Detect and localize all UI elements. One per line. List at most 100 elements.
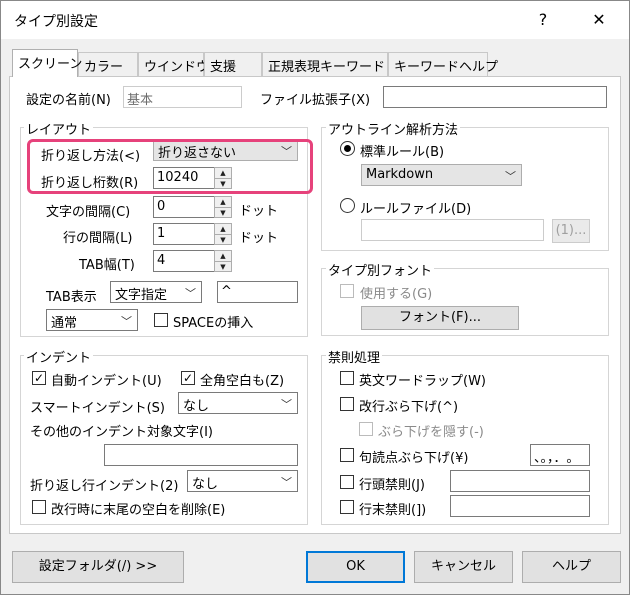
trim-trailing-checkbox[interactable]: [32, 500, 46, 514]
window-title: タイプ別設定: [14, 14, 98, 30]
other-chars-label: その他のインデント対象文字(I): [30, 425, 213, 440]
tab-regex-keyword[interactable]: 正規表現キーワード: [262, 52, 388, 76]
wrap-indent-value: なし: [192, 477, 219, 492]
wrap-columns-spinner[interactable]: ▲ ▼: [214, 167, 232, 189]
rule-file-field[interactable]: [361, 219, 544, 241]
english-wordwrap-label: 英文ワードラップ(W): [359, 374, 486, 389]
tab-display-select[interactable]: 文字指定 ﹀: [110, 281, 202, 303]
newline-burasage-label: 改行ぶら下げ(^): [359, 400, 459, 415]
line-head-field[interactable]: [450, 470, 590, 492]
kuten-burasage-checkbox[interactable]: [340, 448, 354, 462]
char-spacing-field[interactable]: 0: [153, 196, 215, 218]
hide-burasage-label: ぶら下げを隠す(-): [378, 425, 484, 440]
tab-support[interactable]: 支援: [204, 52, 262, 76]
rule-file-label: ルールファイル(D): [360, 202, 472, 217]
close-icon[interactable]: ✕: [588, 9, 610, 31]
spin-up-icon[interactable]: ▲: [215, 197, 231, 207]
line-tail-label: 行末禁則(]): [359, 503, 427, 518]
kinsoku-group-title: 禁則処理: [326, 347, 383, 366]
kuten-burasage-label: 句読点ぶら下げ(¥): [359, 451, 469, 466]
settings-name-field[interactable]: 基本: [123, 86, 242, 108]
spin-up-icon[interactable]: ▲: [215, 168, 231, 178]
tab-display-value: 文字指定: [115, 288, 168, 303]
spin-down-icon[interactable]: ▼: [215, 178, 231, 188]
wrap-indent-label: 折り返し行インデント(2): [30, 479, 179, 494]
wrap-method-value: 折り返さない: [158, 146, 237, 161]
spin-up-icon[interactable]: ▲: [215, 224, 231, 234]
auto-indent-checkbox[interactable]: ✓: [32, 371, 46, 385]
other-chars-field[interactable]: [104, 444, 298, 466]
wrap-columns-label: 折り返し桁数(R): [41, 176, 139, 191]
mode-select[interactable]: 通常 ﹀: [46, 309, 138, 331]
tab-window[interactable]: ウインドウ: [138, 52, 209, 76]
tab-symbol-field[interactable]: ^: [217, 281, 298, 303]
settings-folder-button[interactable]: 設定フォルダ(/) >>: [12, 551, 184, 583]
fullwidth-space-checkbox[interactable]: ✓: [181, 371, 195, 385]
spin-down-icon[interactable]: ▼: [215, 234, 231, 244]
file-ext-field[interactable]: [383, 86, 607, 108]
kuten-chars-field[interactable]: 、。，．｡: [530, 444, 590, 466]
chevron-down-icon: ﹀: [281, 398, 292, 411]
standard-rule-label: 標準ルール(B): [360, 145, 445, 160]
help-icon[interactable]: ?: [532, 9, 554, 31]
tab-width-field[interactable]: 4: [153, 250, 215, 272]
use-font-label: 使用する(G): [360, 287, 433, 302]
line-spacing-label: 行の間隔(L): [63, 231, 133, 246]
rule-file-radio[interactable]: [340, 198, 355, 213]
chevron-down-icon: ﹀: [121, 315, 132, 328]
type-font-group-title: タイプ別フォント: [326, 260, 435, 279]
help-button[interactable]: ヘルプ: [522, 551, 621, 583]
outline-group-title: アウトライン解析方法: [326, 119, 461, 138]
chevron-down-icon: ﹀: [505, 170, 516, 183]
layout-group-title: レイアウト: [24, 119, 94, 138]
chevron-down-icon: ﹀: [185, 287, 196, 300]
standard-rule-select[interactable]: Markdown ﹀: [361, 164, 522, 186]
tab-width-label: TAB幅(T): [79, 258, 135, 273]
title-bar: タイプ別設定 ? ✕: [1, 1, 629, 39]
hide-burasage-checkbox[interactable]: [359, 422, 373, 436]
mode-value: 通常: [51, 316, 78, 331]
char-spacing-label: 文字の間隔(C): [46, 205, 131, 220]
wrap-indent-select[interactable]: なし ﹀: [187, 470, 298, 492]
char-spacing-unit: ドット: [239, 204, 279, 219]
auto-indent-label: 自動インデント(U): [51, 374, 162, 389]
wrap-method-label: 折り返し方法(<): [41, 149, 141, 164]
smart-indent-value: なし: [183, 399, 210, 414]
spin-down-icon[interactable]: ▼: [215, 261, 231, 271]
spin-up-icon[interactable]: ▲: [215, 251, 231, 261]
smart-indent-label: スマートインデント(S): [30, 401, 166, 416]
file-ext-label: ファイル拡張子(X): [260, 93, 371, 108]
chevron-down-icon: ﹀: [281, 145, 292, 158]
newline-burasage-checkbox[interactable]: [340, 397, 354, 411]
standard-rule-radio[interactable]: [340, 141, 355, 156]
tab-screen[interactable]: スクリーン: [12, 49, 82, 77]
tab-keyword-help[interactable]: キーワードヘルプ: [388, 52, 498, 76]
spin-down-icon[interactable]: ▼: [215, 207, 231, 217]
char-spacing-spinner[interactable]: ▲ ▼: [214, 196, 232, 218]
wrap-method-select[interactable]: 折り返さない ﹀: [153, 139, 298, 161]
indent-group-title: インデント: [24, 347, 94, 366]
wrap-columns-field[interactable]: 10240: [153, 167, 215, 189]
smart-indent-select[interactable]: なし ﹀: [178, 392, 298, 414]
line-tail-field[interactable]: [450, 495, 590, 517]
tab-color[interactable]: カラー: [78, 52, 138, 76]
font-button[interactable]: フォント(F)...: [361, 306, 519, 330]
tab-width-spinner[interactable]: ▲ ▼: [214, 250, 232, 272]
standard-rule-value: Markdown: [366, 167, 434, 182]
line-tail-checkbox[interactable]: [340, 500, 354, 514]
use-font-checkbox[interactable]: [340, 284, 354, 298]
ok-button[interactable]: OK: [306, 551, 405, 583]
rule-file-browse-button[interactable]: (1)...: [552, 219, 590, 243]
tab-display-label: TAB表示: [46, 290, 97, 305]
line-spacing-spinner[interactable]: ▲ ▼: [214, 223, 232, 245]
line-head-checkbox[interactable]: [340, 475, 354, 489]
space-insert-checkbox[interactable]: [154, 313, 168, 327]
chevron-down-icon: ﹀: [281, 476, 292, 489]
settings-name-label: 設定の名前(N): [26, 93, 111, 108]
line-head-label: 行頭禁則(J): [359, 478, 425, 493]
cancel-button[interactable]: キャンセル: [414, 551, 513, 583]
space-insert-label: SPACEの挿入: [173, 316, 254, 331]
line-spacing-field[interactable]: 1: [153, 223, 215, 245]
english-wordwrap-checkbox[interactable]: [340, 371, 354, 385]
trim-trailing-label: 改行時に末尾の空白を削除(E): [51, 503, 226, 518]
